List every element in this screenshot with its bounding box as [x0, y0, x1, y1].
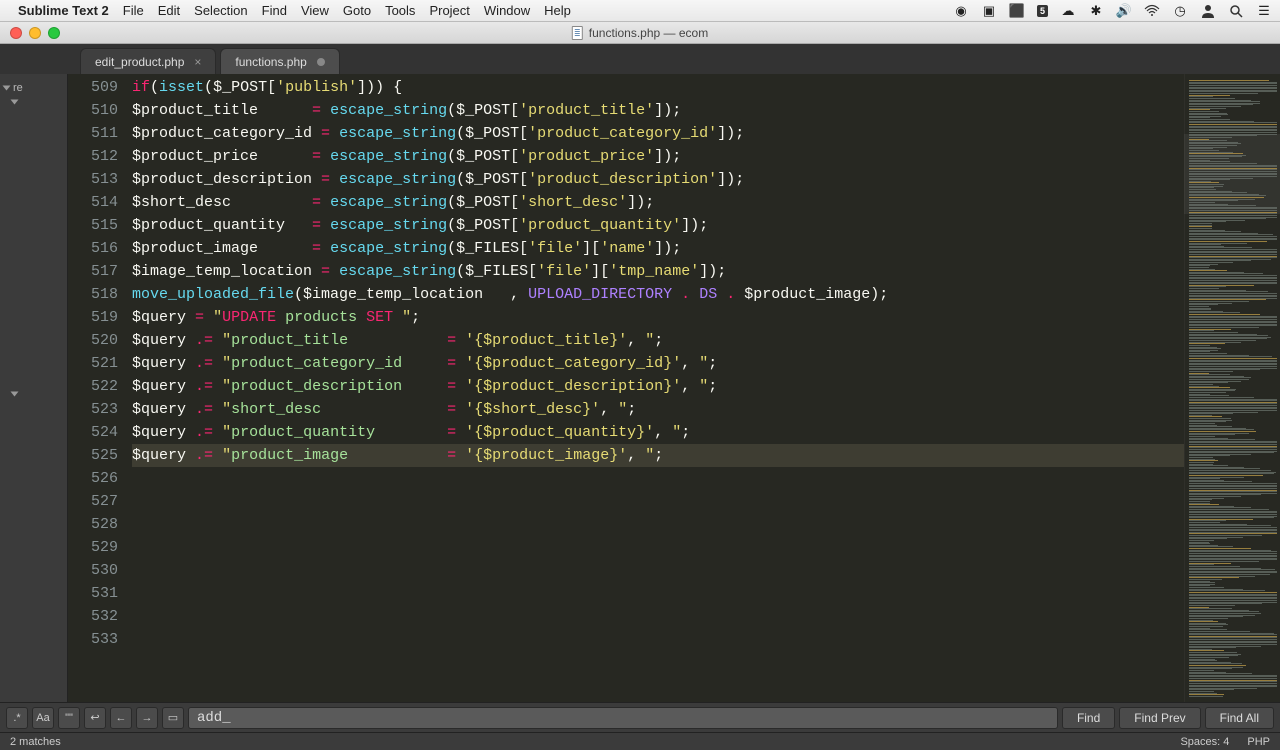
tab-label: edit_product.php — [95, 55, 184, 69]
status-bar: 2 matches Spaces: 4 PHP — [0, 732, 1280, 750]
spotlight-icon[interactable] — [1228, 3, 1244, 19]
menu-selection[interactable]: Selection — [194, 3, 247, 18]
menu-icon[interactable]: ☰ — [1256, 3, 1272, 19]
disclosure-icon[interactable] — [11, 100, 19, 105]
preserve-case-toggle[interactable]: ▭ — [162, 707, 184, 729]
highlight-toggle[interactable]: → — [136, 707, 158, 729]
close-icon[interactable]: × — [194, 55, 201, 69]
box-icon[interactable]: ▣ — [981, 3, 997, 19]
menu-project[interactable]: Project — [429, 3, 469, 18]
user-icon[interactable] — [1200, 3, 1216, 19]
folder-sub[interactable] — [0, 388, 67, 400]
cloud-icon[interactable]: ☁ — [1060, 3, 1076, 19]
wifi-icon[interactable] — [1144, 3, 1160, 19]
folder-label: re — [13, 82, 23, 94]
status-language[interactable]: PHP — [1247, 736, 1270, 748]
menu-goto[interactable]: Goto — [343, 3, 371, 18]
window-minimize-button[interactable] — [29, 27, 41, 39]
record-icon[interactable]: ◉ — [953, 3, 969, 19]
bluetooth-icon[interactable]: ✱ — [1088, 3, 1104, 19]
adobe-icon[interactable]: ⬛ — [1009, 3, 1025, 19]
volume-icon[interactable]: 🔊 — [1116, 3, 1132, 19]
in-selection-toggle[interactable]: ← — [110, 707, 132, 729]
window-titlebar: functions.php — ecom — [0, 22, 1280, 44]
menu-view[interactable]: View — [301, 3, 329, 18]
folder-row[interactable]: re — [0, 80, 67, 96]
window-title: functions.php — ecom — [589, 26, 708, 40]
menu-file[interactable]: File — [123, 3, 144, 18]
wrap-toggle[interactable]: ↩ — [84, 707, 106, 729]
menu-find[interactable]: Find — [262, 3, 287, 18]
regex-toggle[interactable]: .* — [6, 707, 28, 729]
document-icon — [572, 26, 583, 40]
sidebar: re — [0, 74, 68, 702]
editor[interactable]: 5095105115125135145155165175185195205215… — [68, 74, 1280, 702]
clock-icon[interactable]: ◷ — [1172, 3, 1188, 19]
tab-bar: edit_product.php × functions.php — [0, 44, 1280, 74]
find-bar: .* Aa "" ↩ ← → ▭ Find Find Prev Find All — [0, 702, 1280, 732]
menu-window[interactable]: Window — [484, 3, 530, 18]
find-all-button[interactable]: Find All — [1205, 707, 1274, 729]
menu-help[interactable]: Help — [544, 3, 571, 18]
notification-badge[interactable]: 5 — [1037, 5, 1048, 17]
tab-functions[interactable]: functions.php — [220, 48, 339, 74]
status-matches: 2 matches — [10, 736, 61, 748]
menu-edit[interactable]: Edit — [158, 3, 180, 18]
macos-menubar: Sublime Text 2 File Edit Selection Find … — [0, 0, 1280, 22]
code-content[interactable]: if(isset($_POST['publish'])) {$product_t… — [126, 74, 1184, 702]
status-indent[interactable]: Spaces: 4 — [1180, 736, 1229, 748]
dirty-indicator-icon — [317, 58, 325, 66]
window-zoom-button[interactable] — [48, 27, 60, 39]
disclosure-icon[interactable] — [11, 392, 19, 397]
minimap[interactable] — [1184, 74, 1280, 702]
whole-word-toggle[interactable]: "" — [58, 707, 80, 729]
tab-label: functions.php — [235, 55, 306, 69]
find-button[interactable]: Find — [1062, 707, 1115, 729]
gutter: 5095105115125135145155165175185195205215… — [68, 74, 126, 702]
app-name[interactable]: Sublime Text 2 — [18, 3, 109, 18]
folder-sub[interactable] — [0, 96, 67, 108]
window-close-button[interactable] — [10, 27, 22, 39]
disclosure-icon[interactable] — [3, 86, 11, 91]
find-input[interactable] — [188, 707, 1058, 729]
menu-tools[interactable]: Tools — [385, 3, 415, 18]
case-toggle[interactable]: Aa — [32, 707, 54, 729]
tab-edit-product[interactable]: edit_product.php × — [80, 48, 216, 74]
find-prev-button[interactable]: Find Prev — [1119, 707, 1200, 729]
